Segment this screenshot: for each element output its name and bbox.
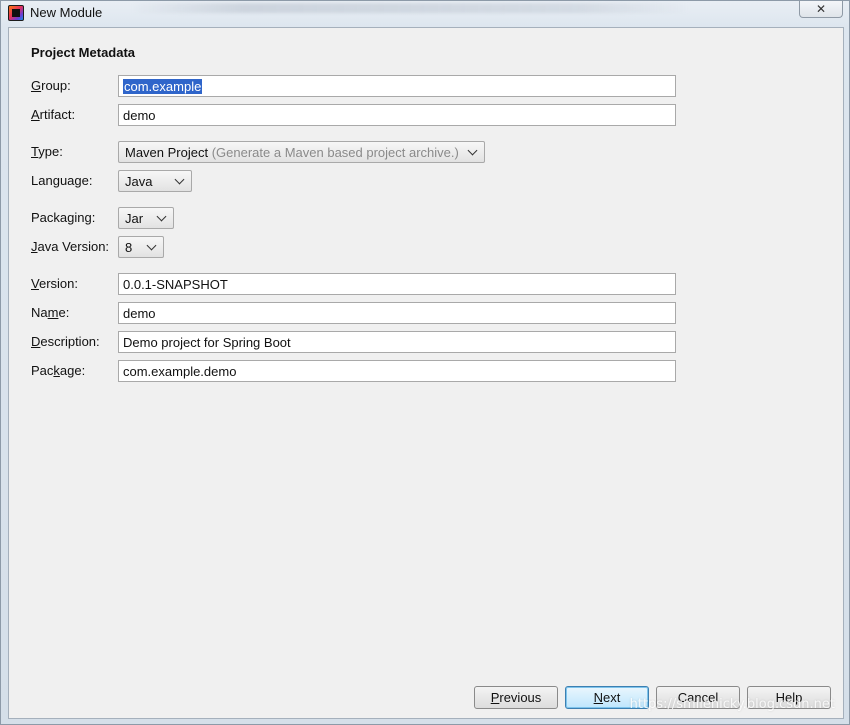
artifact-label: Artifact: xyxy=(31,107,76,122)
version-row: Version: 0.0.1-SNAPSHOT xyxy=(9,273,843,295)
package-row: Package: com.example.demo xyxy=(9,360,843,382)
description-field[interactable]: Demo project for Spring Boot xyxy=(118,331,676,353)
type-row: Type: Maven Project (Generate a Maven ba… xyxy=(9,141,843,163)
section-title: Project Metadata xyxy=(31,45,136,60)
chevron-down-icon xyxy=(174,174,185,185)
window-title: New Module xyxy=(30,5,103,20)
artifact-field[interactable]: demo xyxy=(118,104,676,126)
close-icon: ✕ xyxy=(815,2,827,16)
artifact-row: Artifact: demo xyxy=(9,104,843,126)
blurred-background-path xyxy=(131,3,691,13)
close-button[interactable]: ✕ xyxy=(799,1,843,18)
group-label: Group: xyxy=(31,78,71,93)
version-field[interactable]: 0.0.1-SNAPSHOT xyxy=(118,273,676,295)
type-value: Maven Project xyxy=(125,145,209,160)
dialog-content: Project Metadata Group: com.example Arti… xyxy=(8,27,844,719)
packaging-dropdown[interactable]: Jar xyxy=(118,207,174,229)
language-dropdown[interactable]: Java xyxy=(118,170,192,192)
new-module-dialog: New Module ✕ Project Metadata Group: com… xyxy=(0,0,850,725)
java-version-dropdown[interactable]: 8 xyxy=(118,236,164,258)
language-row: Language: Java xyxy=(9,170,843,192)
description-row: Description: Demo project for Spring Boo… xyxy=(9,331,843,353)
packaging-label: Packaging: xyxy=(31,210,96,225)
java-version-value: 8 xyxy=(125,240,133,255)
name-field[interactable]: demo xyxy=(118,302,676,324)
intellij-app-icon xyxy=(8,5,24,21)
language-value: Java xyxy=(125,174,153,189)
title-bar[interactable]: New Module ✕ xyxy=(1,1,849,27)
watermark: https://smilenicky.blog.csdn.net xyxy=(629,697,835,712)
previous-button[interactable]: Previous xyxy=(474,686,558,709)
type-hint: (Generate a Maven based project archive.… xyxy=(211,145,459,160)
package-label: Package: xyxy=(31,363,86,378)
chevron-down-icon xyxy=(146,240,157,251)
name-row: Name: demo xyxy=(9,302,843,324)
java-version-label: Java Version: xyxy=(31,239,110,254)
type-dropdown[interactable]: Maven Project (Generate a Maven based pr… xyxy=(118,141,485,163)
package-field[interactable]: com.example.demo xyxy=(118,360,676,382)
chevron-down-icon xyxy=(467,145,478,156)
packaging-row: Packaging: Jar xyxy=(9,207,843,229)
type-label: Type: xyxy=(31,144,63,159)
name-label: Name: xyxy=(31,305,70,320)
version-label: Version: xyxy=(31,276,78,291)
group-row: Group: com.example xyxy=(9,75,843,97)
description-label: Description: xyxy=(31,334,100,349)
java-version-row: Java Version: 8 xyxy=(9,236,843,258)
language-label: Language: xyxy=(31,173,93,188)
packaging-value: Jar xyxy=(125,211,144,226)
chevron-down-icon xyxy=(156,211,167,222)
group-field[interactable]: com.example xyxy=(118,75,676,97)
